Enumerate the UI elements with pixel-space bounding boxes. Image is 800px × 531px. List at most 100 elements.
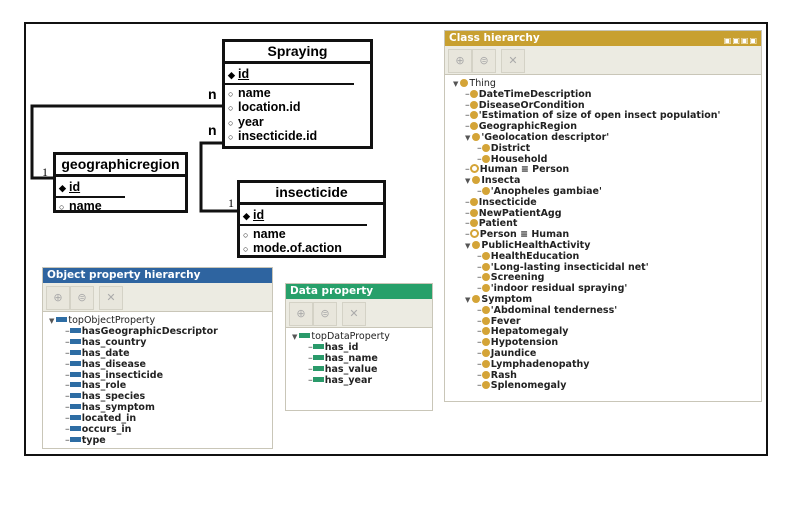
property-label: has_country xyxy=(81,336,147,348)
tree-item-class[interactable]: ▼ PublicHealthActivity xyxy=(465,240,590,251)
tree-item-class[interactable]: – 'Anopheles gambiae' xyxy=(477,186,602,197)
tree-item-property[interactable]: – type xyxy=(65,435,106,446)
tree-item-class[interactable]: – Insecticide xyxy=(465,197,537,208)
class-icon xyxy=(481,251,490,260)
tree-item-class[interactable]: – Screening xyxy=(477,272,544,283)
tree-item-root-property[interactable]: ▼ topDataProperty xyxy=(292,331,390,342)
property-label: hasGeographicDescriptor xyxy=(81,325,218,337)
tree-item-class[interactable]: – Human ≡ Person xyxy=(465,164,569,175)
expand-triangle-icon: ▼ xyxy=(465,296,471,304)
tree-item-class[interactable]: ▼ Thing xyxy=(453,78,496,89)
attribute-circle-icon: ○ xyxy=(228,103,234,113)
class-icon xyxy=(469,219,478,228)
tree-item-class[interactable]: – Jaundice xyxy=(477,348,536,359)
tree-item-class[interactable]: – HealthEducation xyxy=(477,251,579,262)
tree-item-property[interactable]: – has_year xyxy=(308,375,372,386)
property-label: has_insecticide xyxy=(81,369,164,381)
class-icon xyxy=(481,273,490,282)
class-label: 'indoor residual spraying' xyxy=(490,283,628,295)
cardinality-label: n xyxy=(208,122,217,138)
tree-item-property[interactable]: – located_in xyxy=(65,413,136,424)
property-icon xyxy=(69,360,81,366)
tree-item-property[interactable]: – has_value xyxy=(308,364,377,375)
tree-item-class[interactable]: – GeographicRegion xyxy=(465,121,577,132)
class-label: NewPatientAgg xyxy=(478,207,562,219)
property-icon xyxy=(69,436,81,442)
tree-item-property[interactable]: – has_species xyxy=(65,391,145,402)
tree-item-class[interactable]: – Hypotension xyxy=(477,337,558,348)
tree-item-property[interactable]: – has_role xyxy=(65,380,126,391)
tree-item-property[interactable]: – has_symptom xyxy=(65,402,155,413)
tree-item-class[interactable]: ▼ Symptom xyxy=(465,294,532,305)
property-icon xyxy=(312,355,324,360)
property-label: has_year xyxy=(324,375,373,386)
tree-item-root-property[interactable]: ▼ topObjectProperty xyxy=(49,315,155,326)
property-icon xyxy=(312,377,324,382)
tree-connector: – xyxy=(465,164,470,176)
property-icon xyxy=(69,382,81,388)
add-sibling-button[interactable]: ⊜ xyxy=(70,286,94,310)
tree-item-property[interactable]: – has_name xyxy=(308,353,378,364)
tree-item-class[interactable]: – Splenomegaly xyxy=(477,380,566,391)
add-subproperty-button[interactable]: ⊕ xyxy=(289,302,313,326)
tree-item-class[interactable]: – DiseaseOrCondition xyxy=(465,100,585,111)
add-sibling-button[interactable]: ⊜ xyxy=(313,302,337,326)
attribute: ○ name xyxy=(225,86,370,102)
tree-item-class[interactable]: – Person ≡ Human xyxy=(465,229,569,240)
data-property-panel: Data property hierarchy ⊕ ⊜ ✕ ▼ topDataPr… xyxy=(285,283,433,411)
tree-item-class[interactable]: – Hepatomegaly xyxy=(477,326,568,337)
property-icon xyxy=(312,344,324,349)
class-label: Person ≡ Human xyxy=(479,229,570,241)
tree-item-class[interactable]: ▼ 'Geolocation descriptor' xyxy=(465,132,609,143)
delete-class-button[interactable]: ✕ xyxy=(501,49,525,73)
tree-item-class[interactable]: – NewPatientAgg xyxy=(465,208,562,219)
tree-item-class[interactable]: – Fever xyxy=(477,316,521,327)
expand-triangle-icon: ▼ xyxy=(49,317,55,325)
class-hierarchy-panel: Class hierarchy ▣▣▣▣ ⊕ ⊜ ✕ ▼ Thing – DateTi… xyxy=(444,30,762,402)
tree-connector: – xyxy=(465,110,470,122)
tree-item-property[interactable]: – has_insecticide xyxy=(65,370,163,381)
class-icon xyxy=(469,111,478,120)
property-icon xyxy=(69,426,81,431)
expand-triangle-icon: ▼ xyxy=(465,134,471,142)
tree-item-property[interactable]: – has_disease xyxy=(65,359,146,370)
tree-item-class[interactable]: – 'Long-lasting insecticidal net' xyxy=(477,262,649,273)
tree-connector: – xyxy=(477,186,482,197)
class-label: 'Abdominal tenderness' xyxy=(490,304,618,316)
class-icon xyxy=(469,100,478,109)
tree-item-property[interactable]: – has_date xyxy=(65,348,130,359)
property-label: occurs_in xyxy=(81,424,132,435)
tree-item-property[interactable]: – has_id xyxy=(308,342,358,353)
add-subproperty-button[interactable]: ⊕ xyxy=(46,286,70,310)
tree-item-class[interactable]: – Lymphadenopathy xyxy=(477,359,589,370)
attribute: ◆ id xyxy=(225,67,354,85)
tree-item-class[interactable]: – Rash xyxy=(477,370,517,381)
tree-item-class[interactable]: ▼ Insecta xyxy=(465,175,520,186)
class-icon xyxy=(481,381,490,390)
tree-item-class[interactable]: – Patient xyxy=(465,218,517,229)
property-icon xyxy=(69,404,81,410)
class-icon xyxy=(481,327,490,336)
delete-property-button[interactable]: ✕ xyxy=(342,302,366,326)
add-sibling-button[interactable]: ⊜ xyxy=(472,49,496,73)
tree-item-property[interactable]: – occurs_in xyxy=(65,424,131,435)
tree-item-property[interactable]: – hasGeographicDescriptor xyxy=(65,326,218,337)
tree-item-class[interactable]: – Household xyxy=(477,154,547,165)
tree-item-class[interactable]: – DateTimeDescription xyxy=(465,89,592,100)
cardinality-label: 1 xyxy=(42,165,48,179)
tree-item-property[interactable]: – has_country xyxy=(65,337,146,348)
class-label: Insecta xyxy=(481,175,521,187)
entity-attributes: ◆ id ○ name ○ mode.of.action xyxy=(240,205,383,257)
attribute-name: id xyxy=(69,180,81,194)
add-subclass-button[interactable]: ⊕ xyxy=(448,49,472,73)
class-label: Jaundice xyxy=(490,348,537,359)
class-label: Human ≡ Person xyxy=(479,164,570,176)
tree-item-class[interactable]: –'indoor residual spraying' xyxy=(477,283,627,294)
delete-property-button[interactable]: ✕ xyxy=(99,286,123,310)
entity-title: Spraying xyxy=(225,42,370,64)
tree-item-class[interactable]: – District xyxy=(477,143,530,154)
tree-item-class[interactable]: – 'Abdominal tenderness' xyxy=(477,305,617,316)
class-label: Hepatomegaly xyxy=(490,326,569,338)
tree-item-class[interactable]: – 'Estimation of size of open insect popu… xyxy=(465,110,720,121)
class-icon xyxy=(460,79,469,87)
